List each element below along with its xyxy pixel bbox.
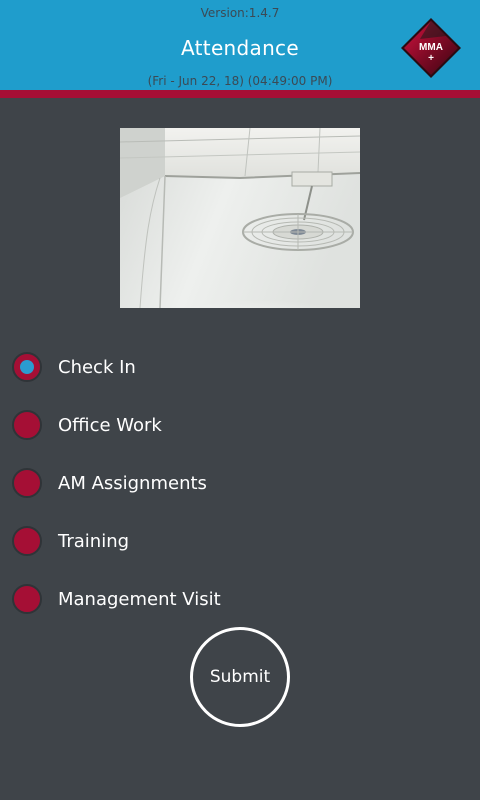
- logo-text: MMA: [419, 42, 443, 53]
- option-label: Management Visit: [58, 588, 221, 610]
- radio-office-work[interactable]: [12, 410, 42, 440]
- logo-plus: +: [428, 53, 434, 64]
- radio-training[interactable]: [12, 526, 42, 556]
- option-label: Office Work: [58, 414, 162, 436]
- option-office-work[interactable]: Office Work: [12, 407, 412, 443]
- radio-management-visit[interactable]: [12, 584, 42, 614]
- header-accent-stripe: [0, 90, 480, 98]
- option-check-in[interactable]: Check In: [12, 349, 412, 385]
- option-label: Training: [58, 530, 130, 552]
- mma-logo: MMA +: [401, 18, 461, 78]
- submit-button[interactable]: Submit: [190, 627, 290, 727]
- option-label: Check In: [58, 356, 136, 378]
- radio-check-in[interactable]: [12, 352, 42, 382]
- radio-selected-dot: [20, 360, 34, 374]
- captured-photo: [120, 128, 360, 308]
- option-am-assignments[interactable]: AM Assignments: [12, 465, 412, 501]
- option-management-visit[interactable]: Management Visit: [12, 581, 412, 617]
- option-label: AM Assignments: [58, 472, 207, 494]
- option-training[interactable]: Training: [12, 523, 412, 559]
- radio-am-assignments[interactable]: [12, 468, 42, 498]
